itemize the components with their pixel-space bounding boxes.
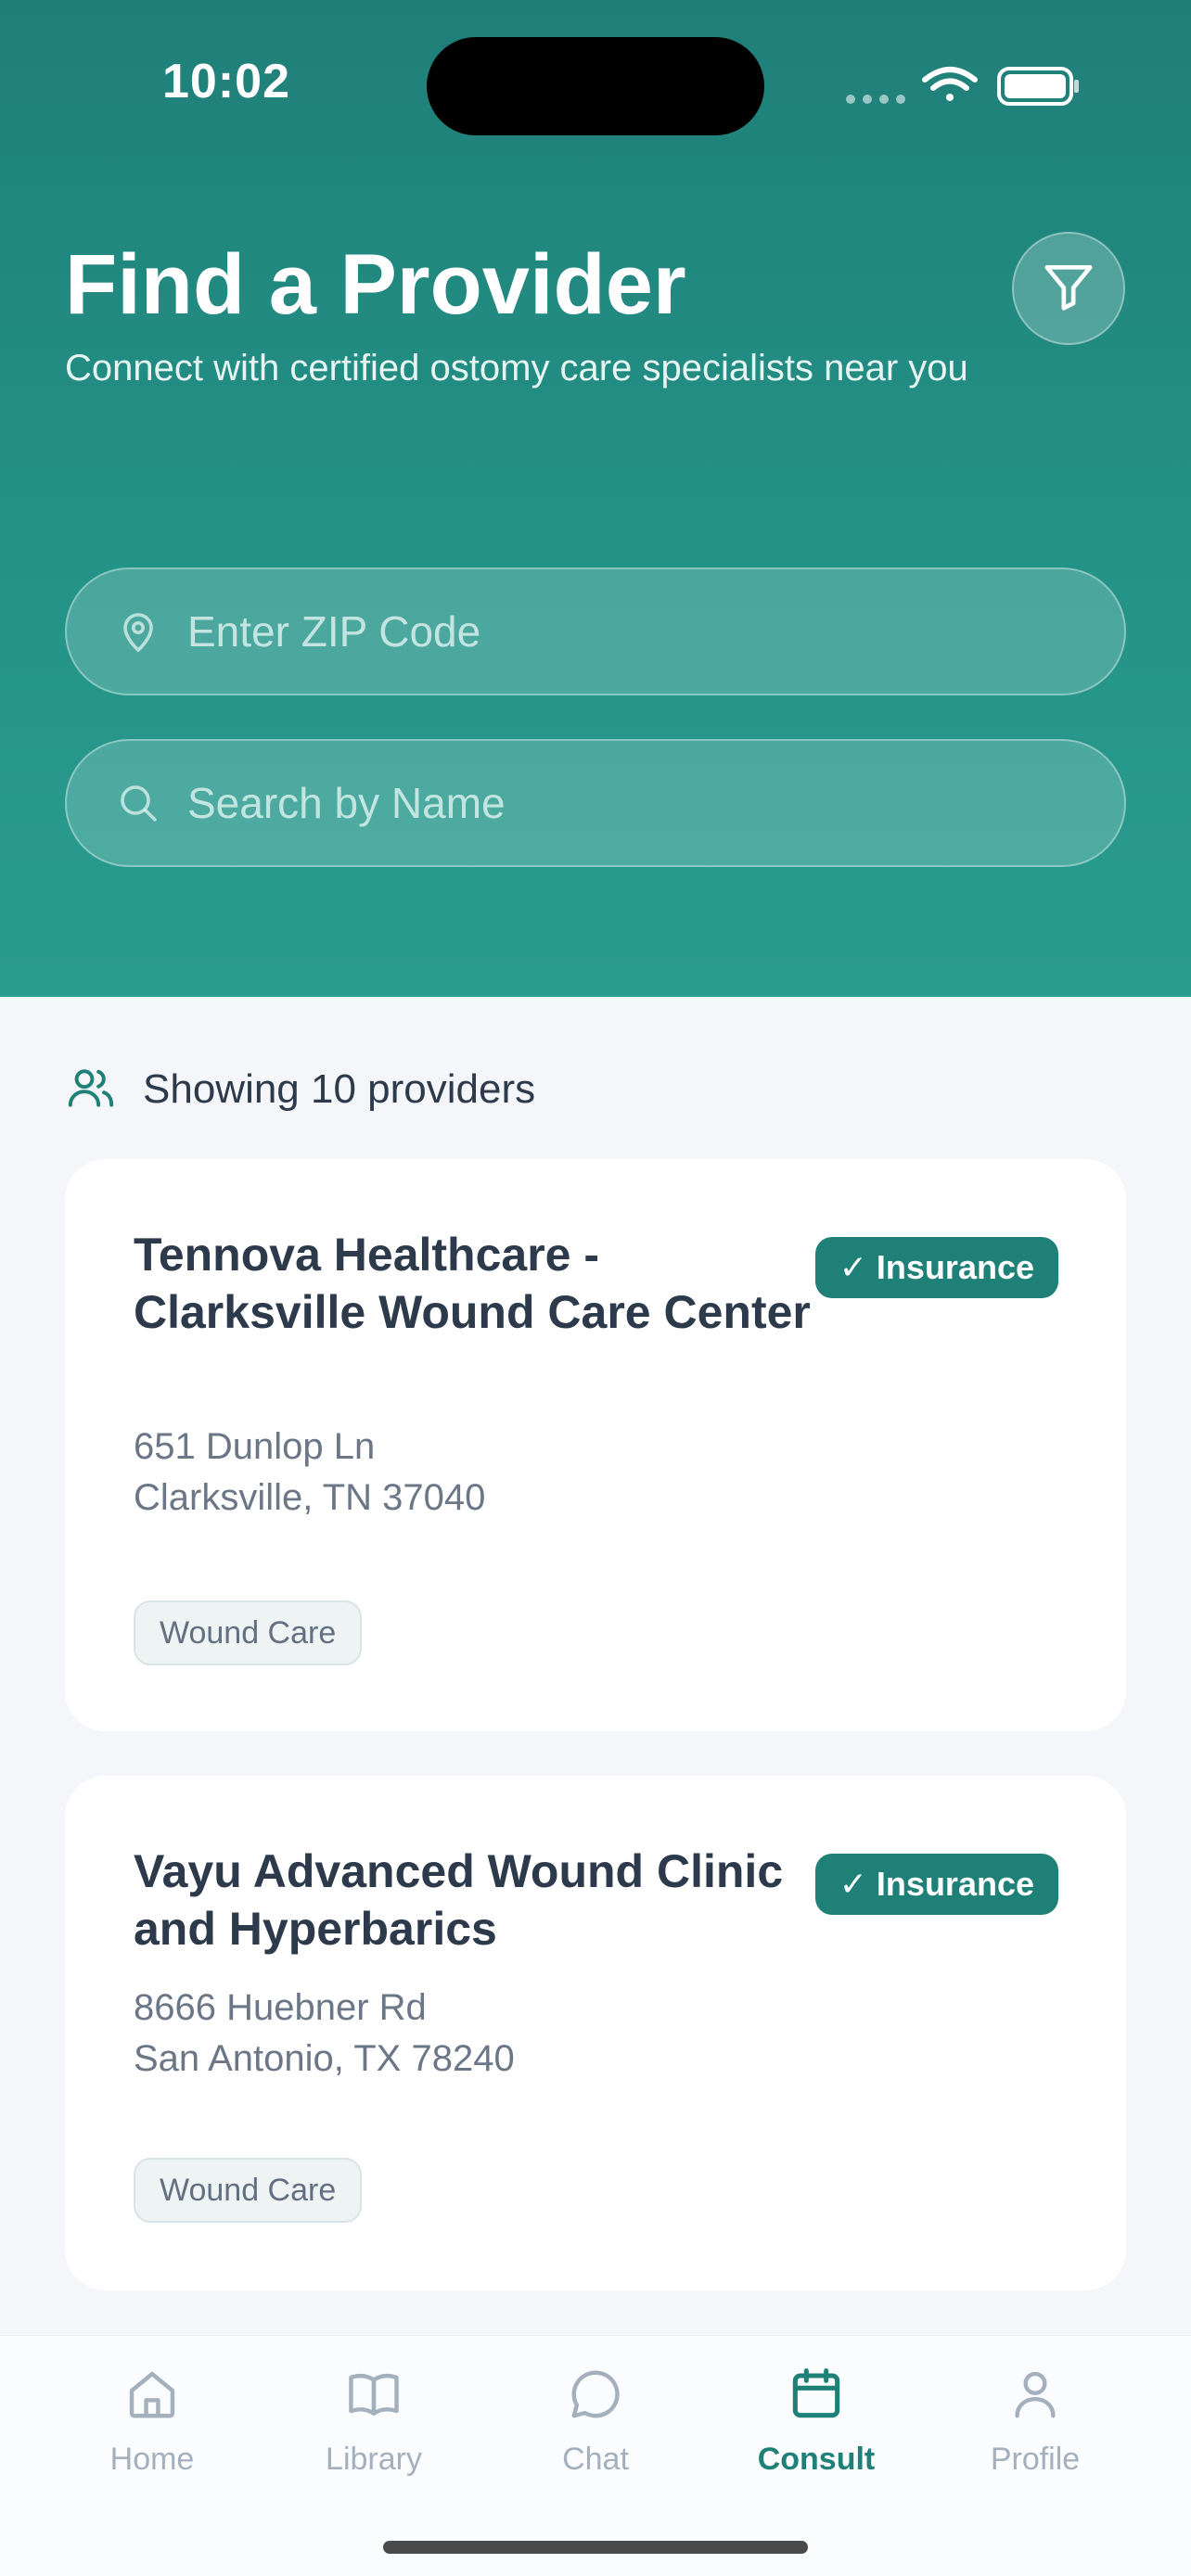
tab-bar: Home Library Chat Consult Profile bbox=[0, 2335, 1191, 2576]
home-icon bbox=[120, 2362, 185, 2427]
provider-address-line1: 8666 Huebner Rd bbox=[134, 1987, 427, 2028]
tab-library[interactable]: Library bbox=[281, 2362, 467, 2492]
tab-label: Library bbox=[326, 2442, 422, 2477]
tab-home[interactable]: Home bbox=[59, 2362, 245, 2492]
provider-address-line2: San Antonio, TX 78240 bbox=[134, 2038, 515, 2079]
name-search-field[interactable] bbox=[65, 739, 1126, 867]
filter-icon bbox=[1040, 258, 1097, 320]
provider-card[interactable]: Tennova Healthcare - Clarksville Wound C… bbox=[65, 1159, 1126, 1731]
results-count-text: Showing 10 providers bbox=[143, 1066, 536, 1112]
tab-label: Chat bbox=[562, 2442, 629, 2477]
dynamic-island bbox=[427, 37, 764, 135]
zip-code-field[interactable] bbox=[65, 567, 1126, 695]
tab-chat[interactable]: Chat bbox=[503, 2362, 688, 2492]
results-count: Showing 10 providers bbox=[65, 1062, 535, 1117]
specialty-tag: Wound Care bbox=[134, 2158, 363, 2223]
provider-name: Tennova Healthcare - Clarksville Wound C… bbox=[134, 1229, 811, 1338]
insurance-badge: ✓ Insurance bbox=[814, 1854, 1058, 1915]
status-time: 10:02 bbox=[162, 55, 290, 108]
users-icon bbox=[65, 1062, 117, 1118]
status-icons bbox=[839, 63, 1081, 109]
tab-label: Profile bbox=[990, 2442, 1081, 2477]
page-title: Find a Provider bbox=[65, 237, 686, 332]
person-icon bbox=[1003, 2362, 1068, 2427]
location-pin-icon bbox=[115, 608, 161, 655]
calendar-icon bbox=[784, 2362, 849, 2427]
filter-button[interactable] bbox=[1012, 232, 1125, 345]
specialty-tag: Wound Care bbox=[134, 1600, 363, 1665]
insurance-badge: ✓ Insurance bbox=[814, 1237, 1058, 1298]
home-indicator bbox=[383, 2541, 808, 2554]
provider-address-line2: Clarksville, TN 37040 bbox=[134, 1477, 486, 1518]
chat-bubble-icon bbox=[563, 2362, 628, 2427]
tab-consult[interactable]: Consult bbox=[724, 2362, 909, 2492]
page-subtitle: Connect with certified ostomy care speci… bbox=[65, 348, 968, 389]
wifi-icon bbox=[922, 67, 978, 101]
header: 10:02 Find a Provider Connect with certi… bbox=[0, 0, 1191, 997]
tab-label: Consult bbox=[757, 2442, 876, 2477]
provider-name: Vayu Advanced Wound Clinic and Hyperbari… bbox=[134, 1845, 784, 1955]
signal-icon bbox=[846, 95, 905, 104]
zip-code-input[interactable] bbox=[187, 606, 1124, 657]
book-icon bbox=[341, 2362, 406, 2427]
search-icon bbox=[115, 780, 161, 826]
provider-card[interactable]: Vayu Advanced Wound Clinic and Hyperbari… bbox=[65, 1776, 1126, 2290]
status-bar: 10:02 bbox=[0, 0, 1191, 176]
tab-label: Home bbox=[109, 2442, 195, 2477]
tab-profile[interactable]: Profile bbox=[942, 2362, 1128, 2492]
battery-icon bbox=[997, 67, 1079, 106]
name-search-input[interactable] bbox=[187, 778, 1124, 828]
provider-address-line1: 651 Dunlop Ln bbox=[134, 1426, 376, 1467]
